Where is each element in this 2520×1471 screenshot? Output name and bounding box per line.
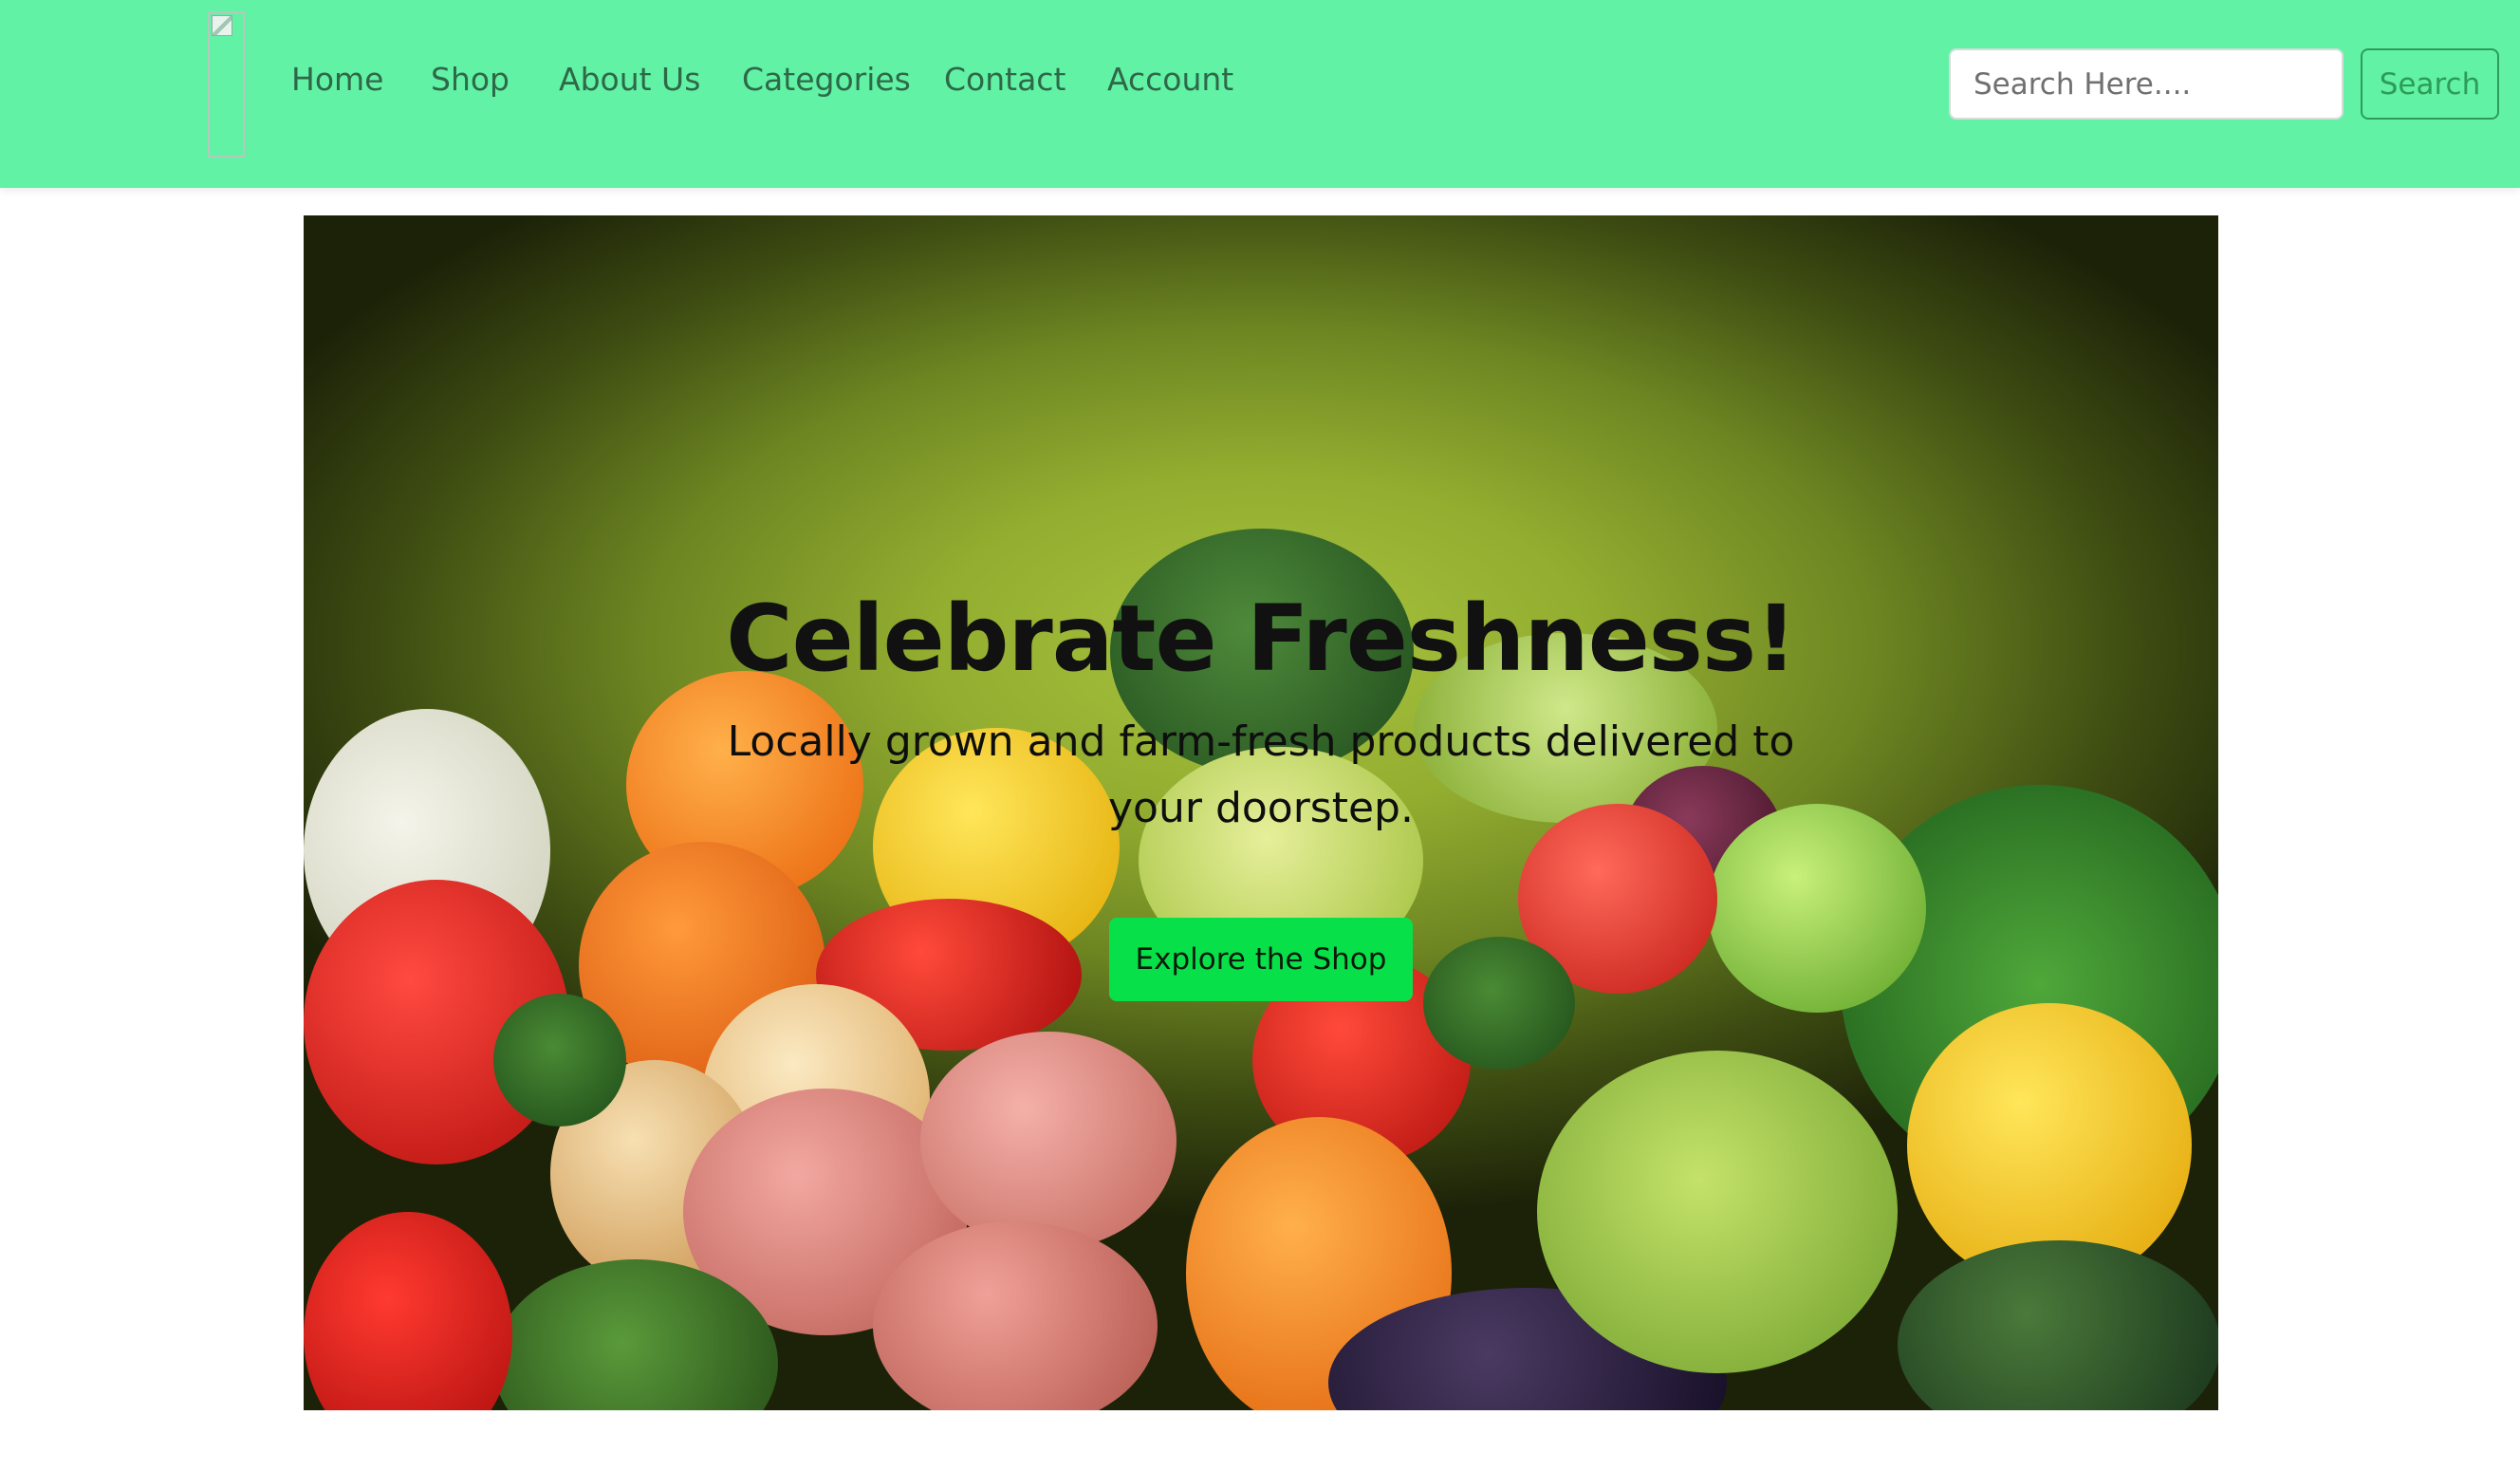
hero-banner: Celebrate Freshness! Locally grown and f… — [304, 215, 2218, 1410]
search-button[interactable]: Search — [2361, 48, 2499, 120]
nav-link-contact[interactable]: Contact — [944, 61, 1065, 98]
hero-subtitle: Locally grown and farm-fresh products de… — [727, 717, 1795, 832]
nav-link-account[interactable]: Account — [1107, 61, 1233, 98]
hero-title: Celebrate Freshness! — [726, 586, 1797, 692]
explore-shop-button[interactable]: Explore the Shop — [1109, 918, 1413, 1001]
logo-image[interactable] — [208, 11, 245, 158]
nav-link-about-us[interactable]: About Us — [559, 61, 700, 98]
search-input[interactable] — [1949, 48, 2344, 120]
navbar: Home Shop About Us Categories Contact Ac… — [0, 0, 2520, 188]
nav-link-categories[interactable]: Categories — [742, 61, 911, 98]
nav-link-home[interactable]: Home — [291, 61, 383, 98]
nav-link-shop[interactable]: Shop — [431, 61, 510, 98]
broken-image-icon — [212, 15, 232, 36]
